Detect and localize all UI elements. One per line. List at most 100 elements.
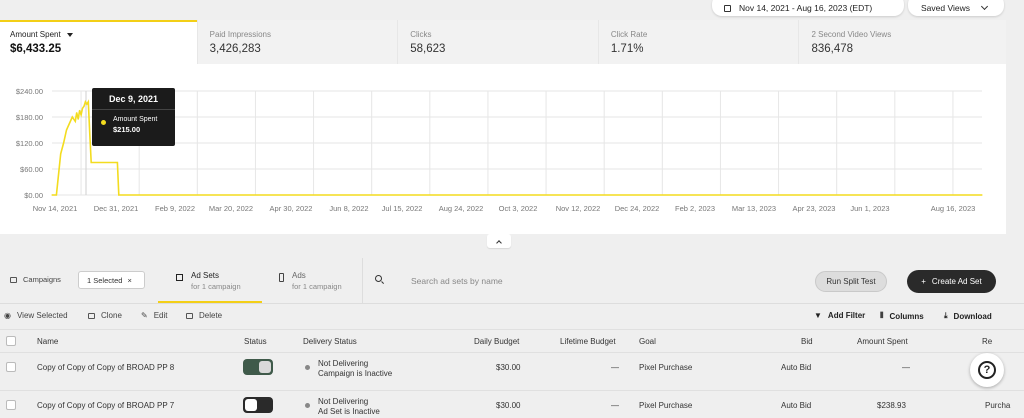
toggle-knob xyxy=(245,399,257,411)
metric-value: 58,623 xyxy=(410,43,446,55)
select-all-checkbox[interactable] xyxy=(6,336,16,346)
x-tick-label: Aug 24, 2022 xyxy=(439,204,484,213)
metric-label: Clicks xyxy=(410,30,432,39)
data-point xyxy=(68,122,71,125)
columns-button[interactable]: ⦀ Columns xyxy=(880,311,924,321)
metric-label: Amount Spent xyxy=(10,30,61,39)
metric-click-rate[interactable]: Click Rate 1.71% xyxy=(597,20,799,64)
tab-subtitle: for 1 campaign xyxy=(292,282,342,291)
copy-icon xyxy=(88,312,95,319)
data-point xyxy=(118,194,120,196)
data-point xyxy=(89,133,91,135)
y-tick-label: $240.00 xyxy=(16,87,43,96)
series-dot xyxy=(101,120,106,125)
x-tick-label: Jun 1, 2023 xyxy=(850,204,889,213)
metric-label: Click Rate xyxy=(610,30,648,39)
search-placeholder: Search ad sets by name xyxy=(411,276,503,286)
download-icon: ⤓ xyxy=(944,311,948,320)
date-range-label: Nov 14, 2021 - Aug 16, 2023 (EDT) xyxy=(739,3,873,13)
create-ad-set-button[interactable]: + Create Ad Set xyxy=(907,270,996,293)
x-tick-label: Nov 14, 2021 xyxy=(33,204,78,213)
delivery-reason: Ad Set is Inactive xyxy=(318,407,380,416)
table-toolbar: ◉ View Selected Clone ✎ Edit Delete ▼ Ad… xyxy=(0,305,1024,327)
row-name[interactable]: Copy of Copy of Copy of BROAD PP 8 xyxy=(37,363,174,372)
status-dot xyxy=(305,365,310,370)
run-split-test-button[interactable]: Run Split Test xyxy=(815,271,887,292)
metric-label: Paid Impressions xyxy=(209,30,271,39)
data-point xyxy=(80,114,82,116)
delete-button[interactable]: Delete xyxy=(186,311,222,320)
edit-button[interactable]: ✎ Edit xyxy=(141,311,168,320)
col-name[interactable]: Name xyxy=(37,337,58,346)
search-input[interactable]: Search ad sets by name Run Split Test + … xyxy=(362,258,1024,303)
metric-amount-spent[interactable]: Amount Spent $6,433.25 xyxy=(0,20,197,64)
metric-video-views[interactable]: 2 Second Video Views 836,478 xyxy=(798,20,1007,64)
col-goal[interactable]: Goal xyxy=(639,337,656,346)
view-selected-button[interactable]: ◉ View Selected xyxy=(4,311,68,320)
col-results[interactable]: Re xyxy=(982,337,992,346)
chevron-up-icon xyxy=(496,239,502,246)
toolbar-label: Download xyxy=(953,311,992,321)
x-tick-label: Jul 15, 2022 xyxy=(382,204,423,213)
search-icon xyxy=(375,275,382,282)
caret-down-icon[interactable] xyxy=(66,32,73,37)
metric-value: $6,433.25 xyxy=(10,43,62,55)
help-button[interactable]: ? xyxy=(970,353,1004,387)
x-tick-label: Mar 20, 2022 xyxy=(209,204,253,213)
date-range-picker[interactable]: Nov 14, 2021 - Aug 16, 2023 (EDT) xyxy=(712,0,904,16)
status-toggle[interactable] xyxy=(243,397,273,413)
metric-tabs: Amount Spent $6,433.25 Paid Impressions … xyxy=(0,20,1007,64)
download-button[interactable]: ⤓ Download xyxy=(944,311,992,321)
tooltip-date: Dec 9, 2021 xyxy=(92,88,175,110)
metric-clicks[interactable]: Clicks 58,623 xyxy=(397,20,598,64)
col-bid[interactable]: Bid xyxy=(801,337,813,346)
col-status[interactable]: Status xyxy=(244,337,267,346)
level-tabs: Campaigns 1 Selected × Ad Sets for 1 cam… xyxy=(0,258,1024,304)
add-filter-button[interactable]: ▼ Add Filter xyxy=(814,311,865,320)
row-checkbox[interactable] xyxy=(6,362,16,372)
toolbar-label: Clone xyxy=(101,311,122,320)
chart-tooltip: Dec 9, 2021 Amount Spent $215.00 xyxy=(92,88,175,146)
lifetime-budget: — xyxy=(611,363,619,372)
y-tick-label: $0.00 xyxy=(24,191,43,200)
col-daily-budget[interactable]: Daily Budget xyxy=(474,337,519,346)
row-name[interactable]: Copy of Copy of Copy of BROAD PP 7 xyxy=(37,401,174,410)
collapse-chart-button[interactable] xyxy=(487,234,511,248)
col-amount-spent[interactable]: Amount Spent xyxy=(857,337,908,346)
saved-views-label: Saved Views xyxy=(921,3,970,13)
x-tick-label: Dec 24, 2022 xyxy=(615,204,660,213)
y-tick-label: $120.00 xyxy=(16,139,43,148)
tab-label: Campaigns xyxy=(23,275,61,284)
x-tick-label: Mar 13, 2023 xyxy=(732,204,776,213)
goal: Pixel Purchase xyxy=(639,363,693,372)
status-dot xyxy=(305,403,310,408)
tab-ad-sets[interactable]: Ad Sets for 1 campaign xyxy=(158,258,262,303)
table-row[interactable]: Copy of Copy of Copy of BROAD PP 7 Not D… xyxy=(0,390,1024,418)
metric-value: 3,426,283 xyxy=(209,43,261,55)
tab-campaigns[interactable]: Campaigns xyxy=(10,275,61,284)
metric-paid-impressions[interactable]: Paid Impressions 3,426,283 xyxy=(196,20,398,64)
metric-value: 836,478 xyxy=(811,43,854,55)
daily-budget: $30.00 xyxy=(496,401,521,410)
x-tick-label: Dec 31, 2021 xyxy=(94,204,139,213)
table-row[interactable]: Copy of Copy of Copy of BROAD PP 8 Not D… xyxy=(0,352,1024,380)
x-tick-label: Oct 3, 2022 xyxy=(499,204,538,213)
saved-views-dropdown[interactable]: Saved Views xyxy=(908,0,1004,16)
clone-button[interactable]: Clone xyxy=(88,311,122,320)
data-point xyxy=(65,129,68,131)
selected-chip[interactable]: 1 Selected × xyxy=(78,271,145,289)
data-point xyxy=(77,118,79,120)
question-icon: ? xyxy=(978,361,996,379)
x-tick-label: Feb 2, 2023 xyxy=(675,204,715,213)
metrics-panel: Amount Spent $6,433.25 Paid Impressions … xyxy=(0,20,1007,234)
series-line xyxy=(52,99,982,196)
tab-ads[interactable]: Ads for 1 campaign xyxy=(272,258,362,303)
trash-icon xyxy=(186,312,193,319)
col-lifetime-budget[interactable]: Lifetime Budget xyxy=(560,337,616,346)
daily-budget: $30.00 xyxy=(496,363,521,372)
tooltip-series: Amount Spent xyxy=(113,116,158,123)
row-checkbox[interactable] xyxy=(6,400,16,410)
status-toggle[interactable] xyxy=(243,359,273,375)
col-delivery-status[interactable]: Delivery Status xyxy=(303,337,357,346)
close-icon[interactable]: × xyxy=(127,276,131,285)
